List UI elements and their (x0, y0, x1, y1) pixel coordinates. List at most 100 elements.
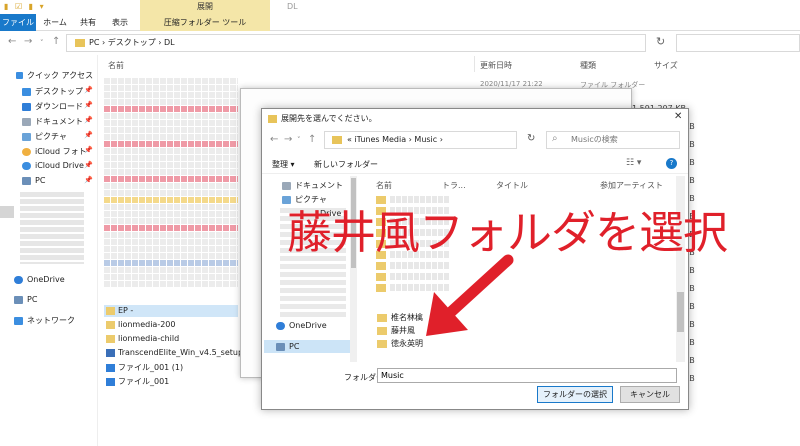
forward-arrow-icon[interactable]: → (284, 134, 292, 145)
dnav-onedrive[interactable]: OneDrive (276, 321, 327, 330)
close-icon[interactable]: ✕ (674, 111, 682, 122)
select-folder-button[interactable]: フォルダーの選択 (537, 386, 613, 403)
nav-pc-pinned[interactable]: PC (22, 176, 45, 185)
address-bar[interactable]: PC › デスクトップ › DL (66, 34, 646, 52)
nav-network[interactable]: ネットワーク (14, 315, 75, 326)
pc-icon (276, 342, 285, 351)
network-icon (14, 316, 23, 325)
pin-icon[interactable]: 📌 (84, 161, 93, 169)
dialog-column-title[interactable]: タイトル (496, 180, 528, 191)
dnav-pc[interactable]: PC (276, 342, 299, 351)
context-group-label: 展開 (140, 0, 270, 14)
tab-home[interactable]: ホーム (42, 14, 68, 31)
tab-share[interactable]: 共有 (76, 14, 100, 31)
file-icon (106, 363, 115, 372)
quick-access-toolbar[interactable]: ▮ ☑ ▮ ▾ (4, 2, 46, 11)
folder-icon (377, 326, 387, 335)
refresh-icon[interactable]: ↻ (656, 35, 665, 48)
dialog-address-bar[interactable]: « iTunes Media › Music › (324, 131, 517, 149)
file-item[interactable]: EP - (106, 306, 133, 315)
back-arrow-icon[interactable]: ← (270, 134, 278, 145)
onedrive-icon (14, 275, 23, 284)
breadcrumb-pc[interactable]: PC (89, 38, 99, 47)
view-options-icon[interactable]: ☷ ▾ (626, 158, 641, 168)
pin-icon[interactable]: 📌 (84, 131, 93, 139)
nav-quick-access[interactable]: クイック アクセス (16, 70, 93, 81)
dnav-documents[interactable]: ドキュメント (282, 180, 343, 191)
zip-folder-icon (268, 114, 277, 123)
document-icon (282, 181, 291, 190)
tab-view[interactable]: 表示 (108, 14, 132, 31)
chevron-down-icon[interactable]: ˅ (297, 136, 301, 144)
dialog-column-track[interactable]: トラ... (442, 180, 466, 191)
icloud-photos-icon (22, 147, 31, 156)
search-input[interactable] (676, 34, 800, 52)
search-icon: ⌕ (552, 133, 558, 144)
desktop-icon (22, 87, 31, 96)
column-divider (474, 56, 475, 72)
chevron-down-icon[interactable]: ˅ (40, 39, 44, 47)
dialog-title: 展開先を選んでください。 (268, 113, 377, 124)
organize-button[interactable]: 整理 ▾ (272, 159, 295, 170)
pin-icon[interactable]: 📌 (84, 176, 93, 184)
nav-downloads[interactable]: ダウンロード (22, 101, 83, 112)
folder-icon (377, 313, 387, 322)
tab-file[interactable]: ファイル (0, 14, 36, 31)
file-item[interactable]: TranscendElite_Win_v4.5_setup (106, 348, 243, 357)
nav-selection-marker (0, 206, 14, 218)
dialog-search-input[interactable]: Musicの検索 (546, 131, 680, 149)
pin-icon[interactable]: 📌 (84, 86, 93, 94)
nav-documents[interactable]: ドキュメント (22, 116, 83, 127)
installer-icon (106, 348, 115, 357)
zip-folder-icon (106, 306, 115, 315)
dialog-column-artist[interactable]: 参加アーティスト (600, 180, 663, 191)
scrollbar-thumb[interactable] (677, 292, 684, 332)
file-list-blurred (104, 78, 238, 298)
star-icon (16, 72, 23, 79)
breadcrumb-dl[interactable]: DL (164, 38, 175, 47)
file-item[interactable]: ファイル_001 (1) (106, 362, 183, 373)
column-size[interactable]: サイズ (654, 60, 678, 71)
nav-onedrive[interactable]: OneDrive (14, 275, 65, 284)
help-icon[interactable]: ? (666, 158, 677, 169)
file-icon (106, 377, 115, 386)
folder-name-input[interactable] (377, 368, 677, 383)
nav-desktop[interactable]: デスクトップ (22, 86, 83, 97)
pin-icon[interactable]: 📌 (84, 146, 93, 154)
nav-pictures[interactable]: ピクチャ (22, 131, 67, 142)
blurred-nav-items (20, 192, 84, 264)
file-item[interactable]: lionmedia-200 (106, 320, 175, 329)
tab-compressed-folder-tools[interactable]: 圧縮フォルダー ツール (140, 14, 270, 31)
red-arrow-icon (426, 254, 514, 336)
file-item[interactable]: ファイル_001 (106, 376, 169, 387)
onedrive-icon (276, 321, 285, 330)
new-folder-button[interactable]: 新しいフォルダー (314, 159, 378, 170)
download-icon (22, 102, 31, 111)
up-arrow-icon[interactable]: ↑ (52, 36, 60, 47)
dialog-column-name[interactable]: 名前 (376, 180, 392, 191)
nav-pc[interactable]: PC (14, 295, 37, 304)
pin-icon[interactable]: 📌 (84, 101, 93, 109)
folder-icon (332, 136, 342, 144)
window-title: DL (287, 2, 298, 11)
folder-icon (106, 334, 115, 343)
column-type[interactable]: 種類 (580, 60, 596, 71)
file-item[interactable]: lionmedia-child (106, 334, 179, 343)
cloud-icon (22, 161, 31, 170)
first-row-date: 2020/11/17 21:22 (480, 80, 543, 88)
column-name[interactable]: 名前 (108, 60, 124, 71)
folder-icon (377, 339, 387, 348)
cancel-button[interactable]: キャンセル (620, 386, 680, 403)
refresh-icon[interactable]: ↻ (527, 133, 535, 144)
nav-icloud-photos[interactable]: iCloud フォト (22, 146, 87, 157)
back-arrow-icon[interactable]: ← (8, 36, 16, 47)
pc-icon (22, 176, 31, 185)
nav-icloud-drive[interactable]: iCloud Drive (22, 161, 84, 170)
breadcrumb-desktop[interactable]: デスクトップ (108, 38, 156, 47)
column-modified[interactable]: 更新日時 (480, 60, 512, 71)
pc-icon (14, 295, 23, 304)
up-arrow-icon[interactable]: ↑ (308, 134, 316, 145)
folder-icon (75, 38, 85, 47)
forward-arrow-icon[interactable]: → (24, 36, 32, 47)
pin-icon[interactable]: 📌 (84, 116, 93, 124)
